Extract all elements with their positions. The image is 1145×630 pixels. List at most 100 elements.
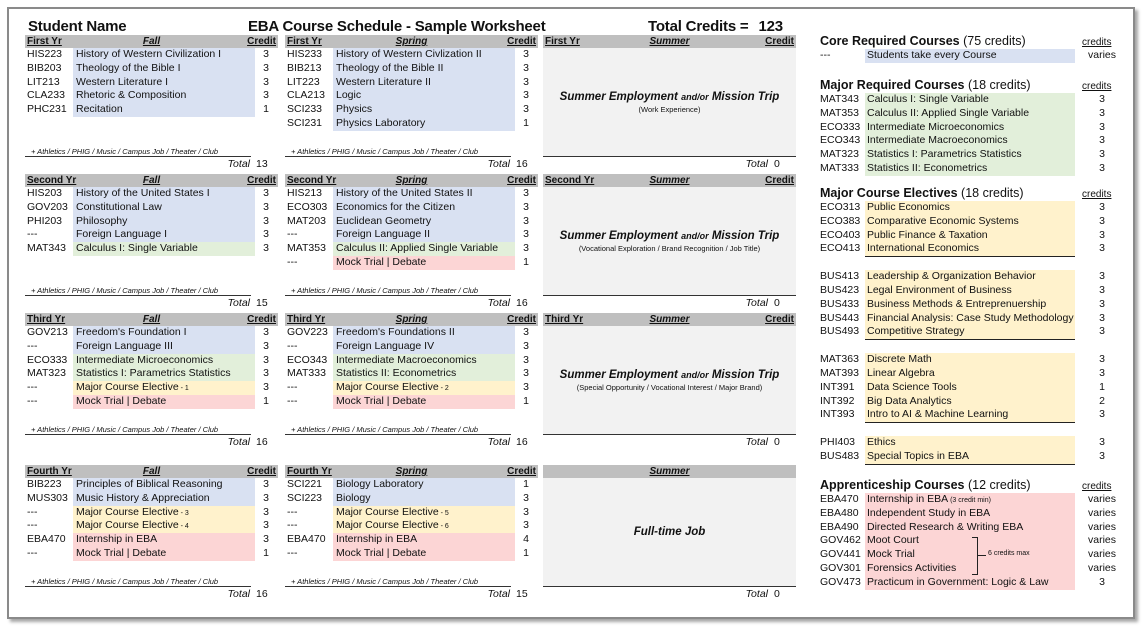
total-label: Total [487, 158, 510, 170]
course-row[interactable]: PHI203 Philosophy 3 [25, 214, 278, 229]
course-row[interactable]: MAT203 Euclidean Geometry 3 [285, 214, 538, 229]
course-row[interactable]: --- Mock Trial | Debate 1 [25, 546, 278, 561]
catalog-row[interactable]: GOV441 Mock Trial varies [820, 548, 1120, 562]
catalog-row[interactable]: INT391 Data Science Tools 1 [820, 380, 1120, 395]
course-row[interactable]: --- Major Course Elective - 5 3 [285, 505, 538, 521]
course-code: --- [287, 255, 298, 268]
course-row[interactable]: GOV223 Freedom's Foundations II 3 [285, 326, 538, 340]
total-label: Total [745, 158, 768, 170]
course-row[interactable]: HIS213 History of the United States II 3 [285, 187, 538, 201]
catalog-row[interactable]: ECO403 Public Finance & Taxation 3 [820, 228, 1120, 243]
course-title: Freedom's Foundations II [336, 326, 455, 338]
course-row[interactable]: PHC231 Recitation 1 [25, 103, 278, 117]
catalog-row[interactable]: MAT343 Calculus I: Single Variable 3 [820, 93, 1120, 107]
course-row[interactable]: MAT343 Calculus I: Single Variable 3 [25, 242, 278, 256]
course-title: Western Literature II [336, 75, 431, 88]
catalog-row[interactable]: MAT393 Linear Algebra 3 [820, 366, 1120, 381]
course-row[interactable]: --- Foreign Language II 3 [285, 228, 538, 243]
course-row[interactable]: --- Mock Trial | Debate 1 [25, 394, 278, 409]
course-code: MAT333 [287, 367, 326, 380]
course-row[interactable]: --- Major Course Elective - 3 3 [25, 505, 278, 521]
catalog-row[interactable]: GOV462 Moot Court varies [820, 534, 1120, 549]
course-name: Mock Trial | Debate [73, 394, 255, 409]
catalog-row[interactable]: ECO313 Public Economics 3 [820, 201, 1120, 215]
year-label: Second Yr [27, 175, 77, 186]
course-row[interactable]: --- Major Course Elective - 1 3 [25, 381, 278, 396]
course-row[interactable]: SCI221 Biology Laboratory 1 [285, 478, 538, 492]
catalog-row[interactable]: MAT353 Calculus II: Applied Single Variab… [820, 106, 1120, 121]
catalog-row[interactable]: BUS433 Business Methods & Entreprenuershi… [820, 297, 1120, 312]
course-row[interactable]: EBA470 Internship in EBA 4 [285, 533, 538, 547]
course-row[interactable]: MAT333 Statistics II: Econometrics 3 [285, 367, 538, 382]
course-name: Mock Trial | Debate [333, 255, 515, 270]
catalog-row[interactable]: BUS413 Leadership & Organization Behavior… [820, 270, 1120, 284]
category-name: Apprenticeship Courses [820, 478, 965, 492]
catalog-row[interactable]: MAT363 Discrete Math 3 [820, 353, 1120, 367]
course-row[interactable]: MAT353 Calculus II: Applied Single Variab… [285, 242, 538, 256]
catalog-row[interactable]: BUS423 Legal Environment of Business 3 [820, 283, 1120, 298]
course-credit: 3 [1099, 436, 1105, 449]
course-name: Major Course Elective - 3 [73, 505, 255, 521]
course-row[interactable]: LIT213 Western Literature I 3 [25, 75, 278, 90]
catalog-row[interactable]: ECO333 Intermediate Microeconomics 3 [820, 120, 1120, 135]
semester-total: Total 0 [543, 296, 796, 310]
course-row[interactable]: BIB213 Theology of the Bible II 3 [285, 61, 538, 76]
catalog-row[interactable]: EBA490 Directed Research & Writing EBA var… [820, 520, 1120, 535]
catalog-row[interactable]: GOV473 Practicum in Government: Logic & L… [820, 575, 1120, 590]
course-row[interactable]: BIB203 Theology of the Bible I 3 [25, 61, 278, 76]
course-name: Foreign Language II [333, 228, 515, 243]
catalog-row[interactable]: EBA480 Independent Study in EBA varies [820, 506, 1120, 521]
course-row[interactable]: BIB223 Principles of Biblical Reasoning 3 [25, 478, 278, 492]
course-row[interactable]: MUS303 Music History & Appreciation 3 [25, 491, 278, 506]
course-row[interactable]: CLA233 Rhetoric & Composition 3 [25, 89, 278, 104]
course-row[interactable]: --- Mock Trial | Debate 1 [285, 546, 538, 561]
course-row[interactable]: --- Foreign Language I 3 [25, 228, 278, 243]
course-title: Intermediate Macroeconomics [336, 353, 477, 366]
catalog-row[interactable]: MAT323 Statistics I: Parametrics Statisti… [820, 148, 1120, 162]
course-row[interactable]: --- Mock Trial | Debate 1 [285, 394, 538, 409]
catalog-row[interactable]: BUS493 Competitive Strategy 3 [820, 325, 1120, 341]
course-row[interactable]: MAT323 Statistics I: Parametrics Statisti… [25, 367, 278, 382]
course-row[interactable]: CLA213 Logic 3 [285, 89, 538, 104]
course-row[interactable]: HIS233 History of Western Civlization II 3 [285, 48, 538, 62]
catalog-row[interactable]: INT392 Big Data Analytics 2 [820, 394, 1120, 409]
course-credit: varies [1087, 548, 1116, 561]
course-credit: varies [1087, 493, 1116, 505]
catalog-row[interactable]: GOV301 Forensics Activities varies [820, 561, 1120, 576]
course-row[interactable]: ECO343 Intermediate Macroeconomics 3 [285, 353, 538, 368]
season-label: Fall [142, 36, 161, 47]
catalog-row[interactable]: BUS443 Financial Analysis: Case Study Met… [820, 311, 1120, 326]
course-row[interactable]: SCI223 Biology 3 [285, 491, 538, 506]
course-row[interactable]: --- Major Course Elective - 4 3 [25, 519, 278, 535]
catalog-row[interactable]: --- Students take every Course varies [820, 49, 1120, 63]
course-row[interactable]: GOV203 Constitutional Law 3 [25, 200, 278, 215]
course-title: Mock Trial | Debate [336, 394, 427, 407]
summer-description: (Vocational Exploration / Brand Recognit… [578, 243, 761, 253]
course-row[interactable]: ECO303 Economics for the Citizen 3 [285, 200, 538, 215]
course-name: Mock Trial [865, 548, 1075, 562]
catalog-row[interactable]: MAT333 Statistics II: Econometrics 3 [820, 161, 1120, 176]
catalog-row[interactable]: ECO343 Intermediate Macroeconomics 3 [820, 134, 1120, 149]
course-row[interactable]: SCI231 Physics Laboratory 1 [285, 116, 538, 131]
course-row[interactable]: SCI233 Physics 3 [285, 103, 538, 117]
category-credits: (18 credits) [961, 186, 1024, 200]
catalog-row[interactable]: INT393 Intro to AI & Machine Learning 3 [820, 408, 1120, 424]
course-row[interactable]: LIT223 Western Literature II 3 [285, 75, 538, 90]
course-row[interactable]: --- Foreign Language IV 3 [285, 339, 538, 354]
course-row[interactable]: --- Major Course Elective - 6 3 [285, 519, 538, 535]
catalog-row[interactable]: PHI403 Ethics 3 [820, 436, 1120, 450]
catalog-row[interactable]: ECO413 International Economics 3 [820, 242, 1120, 258]
course-row[interactable]: --- Major Course Elective - 2 3 [285, 381, 538, 396]
catalog-row[interactable]: EBA470 Internship in EBA (3 credit min) va… [820, 493, 1120, 508]
course-row[interactable]: GOV213 Freedom's Foundation I 3 [25, 326, 278, 340]
course-row[interactable]: --- Foreign Language III 3 [25, 339, 278, 354]
catalog-row[interactable]: BUS483 Special Topics in EBA 3 [820, 449, 1120, 465]
course-row[interactable]: EBA470 Internship in EBA 3 [25, 533, 278, 547]
year-label: First Yr [287, 36, 322, 47]
course-row[interactable]: ECO333 Intermediate Microeconomics 3 [25, 353, 278, 368]
course-row[interactable]: HIS223 History of Western Civilization I 3 [25, 48, 278, 62]
course-row[interactable]: HIS203 History of the United States I 3 [25, 187, 278, 201]
catalog-row[interactable]: ECO383 Comparative Economic Systems 3 [820, 214, 1120, 229]
course-row[interactable]: --- Mock Trial | Debate 1 [285, 255, 538, 270]
category-title: Apprenticeship Courses (12 credits) credi… [820, 477, 1120, 493]
